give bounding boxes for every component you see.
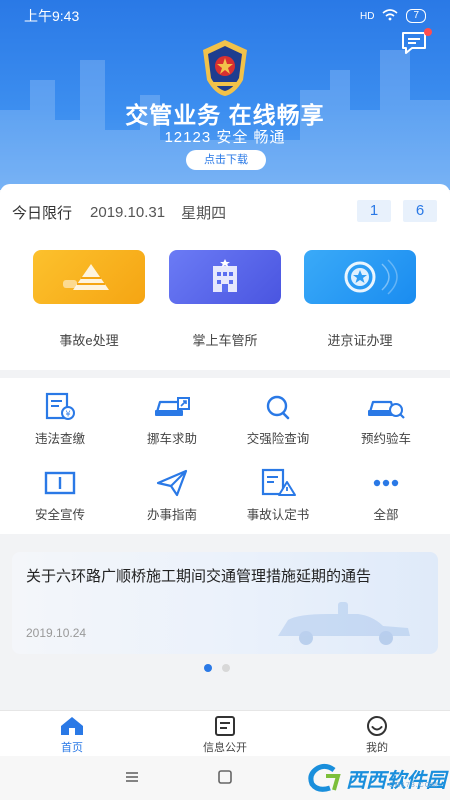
hero-subtitle: 12123 安全 畅通 <box>164 129 286 146</box>
service-violation-query[interactable]: ¥ 违法查缴 <box>4 392 116 447</box>
card-label: 进京证办理 <box>327 333 393 348</box>
police-emblem-icon <box>203 40 247 96</box>
restriction-date: 2019.10.31 <box>90 204 166 221</box>
system-navigation-bar: 西西软件园 CR173.COM <box>0 756 450 800</box>
car-inspect-icon <box>368 400 405 419</box>
restriction-label: 今日限行 <box>12 205 73 222</box>
card-accident-e[interactable] <box>33 250 145 304</box>
service-label: 违法查缴 <box>34 432 85 446</box>
violation-doc-icon: ¥ <box>45 392 75 420</box>
home-icon <box>61 717 83 735</box>
tab-label: 我的 <box>366 742 388 754</box>
restriction-panel: 今日限行 2019.10.31 星期四 1 6 事故e处理 掌上车管所 进京证办… <box>0 184 450 370</box>
more-dots-icon <box>373 479 399 487</box>
svg-text:¥: ¥ <box>65 410 70 419</box>
tab-label: 首页 <box>61 742 83 754</box>
card-beijing-permit[interactable] <box>304 250 416 304</box>
news-date: 2019.10.24 <box>26 626 87 640</box>
battery-icon: 7 <box>406 9 426 23</box>
status-bar: 上午9:43 HD 7 <box>0 0 450 32</box>
tab-home[interactable]: 首页 <box>22 715 122 755</box>
news-title: 关于六环路广顺桥施工期间交通管理措施延期的通告 <box>26 568 372 585</box>
wifi-icon <box>382 8 398 24</box>
download-button[interactable]: 点击下载 <box>186 150 266 170</box>
service-label: 办事指南 <box>146 508 197 522</box>
cr-logo-icon <box>308 763 341 792</box>
home-square-icon[interactable] <box>217 770 233 784</box>
service-accident-report[interactable]: 事故认定书 <box>222 468 334 523</box>
search-icon <box>266 395 290 420</box>
card-label: 事故e处理 <box>59 333 119 348</box>
building-icon <box>213 259 237 292</box>
service-label: 安全宣传 <box>34 508 85 522</box>
service-label: 全部 <box>373 508 399 522</box>
services-grid: ¥ 违法查缴 挪车求助 交强险查询 预约验车 安全宣传 办事指南 事故认定书 全… <box>0 378 450 534</box>
hero-title: 交管业务 在线畅享 <box>125 102 325 128</box>
paper-plane-icon <box>156 469 188 497</box>
tab-label: 信息公开 <box>203 742 247 754</box>
watermark-logo: 西西软件园 <box>304 762 446 794</box>
service-safety-promo[interactable]: 安全宣传 <box>4 468 116 523</box>
car-illustration <box>278 602 410 645</box>
restricted-plate-number: 6 <box>403 200 437 222</box>
police-badge-icon <box>344 259 398 295</box>
car-move-icon <box>155 397 190 416</box>
restricted-plate-number: 1 <box>357 200 391 222</box>
card-label: 掌上车管所 <box>192 333 258 348</box>
card-vehicle-office[interactable] <box>169 250 281 304</box>
accident-doc-icon <box>261 468 296 496</box>
service-label: 预约验车 <box>360 432 411 446</box>
bottom-tab-bar: 首页 信息公开 我的 <box>0 710 450 756</box>
news-banner[interactable]: 关于六环路广顺桥施工期间交通管理措施延期的通告 2019.10.24 <box>12 552 438 654</box>
service-book-inspection[interactable]: 预约验车 <box>330 392 442 447</box>
document-icon <box>215 716 235 736</box>
tab-mine[interactable]: 我的 <box>327 715 427 755</box>
book-icon <box>44 471 76 495</box>
hero-banner: 上午9:43 HD 7 交管业务 在线畅享 12123 安全 畅通 点击下载 <box>0 0 450 190</box>
tab-info-public[interactable]: 信息公开 <box>175 715 275 755</box>
signal-icon: HD <box>359 10 375 22</box>
service-insurance-query[interactable]: 交强险查询 <box>222 392 334 447</box>
smile-icon <box>367 716 387 736</box>
service-move-car[interactable]: 挪车求助 <box>116 392 228 447</box>
status-time: 上午9:43 <box>24 8 80 24</box>
service-label: 事故认定书 <box>246 508 310 522</box>
service-all[interactable]: 全部 <box>330 468 442 523</box>
carousel-indicator <box>204 664 230 672</box>
service-label: 交强险查询 <box>246 432 310 446</box>
message-badge <box>424 28 432 36</box>
service-guide[interactable]: 办事指南 <box>116 468 228 523</box>
restriction-weekday: 星期四 <box>181 205 227 222</box>
watermark-url: CR173.COM <box>388 782 438 789</box>
carousel-dot[interactable] <box>222 664 230 672</box>
carousel-dot-active[interactable] <box>204 664 212 672</box>
service-label: 挪车求助 <box>146 432 197 446</box>
menu-icon[interactable] <box>124 770 140 784</box>
warning-pyramid-icon <box>63 264 109 290</box>
